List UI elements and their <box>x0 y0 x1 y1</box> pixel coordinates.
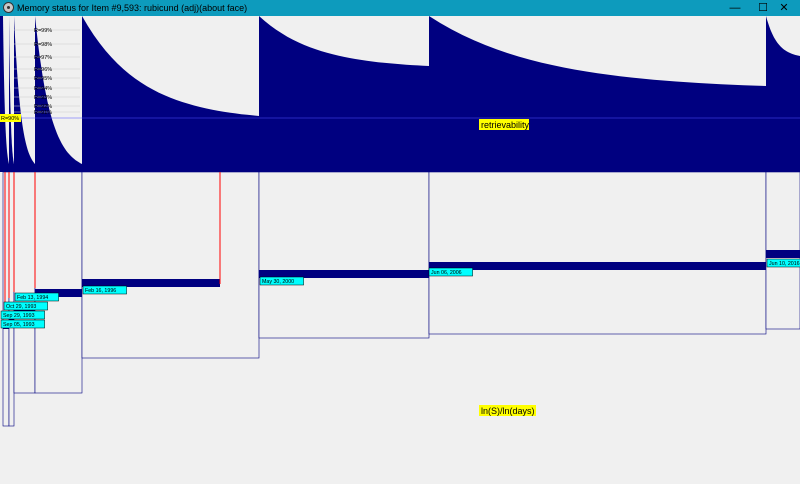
retrievability-label-text: retrievability <box>481 120 530 130</box>
interval-box <box>2 171 10 427</box>
review-date-label: Oct 29, 1993 <box>3 301 48 311</box>
stability-bar <box>429 262 766 270</box>
date-text: Jun 10, 2016 <box>769 261 800 267</box>
review-date-label: Feb 13, 1994 <box>14 292 59 302</box>
interval-box <box>81 171 260 359</box>
review-date-label: Jun 10, 2016 <box>766 258 800 268</box>
ratio-label: ln(S)/ln(days) <box>479 405 536 416</box>
interval-box <box>34 171 83 394</box>
threshold-text: R=90% <box>1 116 19 122</box>
r-level-label: R=97% <box>34 55 52 61</box>
date-text: Jun 06, 2006 <box>431 270 462 276</box>
review-date-label: Sep 29, 1993 <box>0 310 45 320</box>
review-date-label: Feb 16, 1996 <box>82 285 127 295</box>
date-text: Feb 16, 1996 <box>85 288 116 294</box>
review-date-label: Jun 06, 2006 <box>428 267 473 277</box>
review-date-label: Sep 05, 1993 <box>0 319 45 329</box>
interval-box <box>8 171 15 427</box>
r-level-label: R=99% <box>34 28 52 34</box>
memory-chart: Sep 05, 1993 Sep 29, 1993 Oct 29, 1993 Feb … <box>0 16 800 484</box>
date-text: Sep 29, 1993 <box>3 313 35 319</box>
r-level-label: R=93% <box>34 95 52 101</box>
r-level-label: R=95% <box>34 76 52 82</box>
r-level-label: R=98% <box>34 42 52 48</box>
date-text: Sep 05, 1993 <box>3 322 35 328</box>
stability-panel <box>0 171 800 484</box>
date-text: Oct 29, 1993 <box>6 304 36 310</box>
r-level-label: R=96% <box>34 67 52 73</box>
date-text: May 30, 2000 <box>262 279 294 285</box>
r-level-label: R=94% <box>34 86 52 92</box>
threshold-label: R=90% <box>0 114 21 122</box>
title-bar: Memory status for Item #9,593: rubicund … <box>0 0 800 16</box>
date-text: Feb 13, 1994 <box>17 295 48 301</box>
interval-box <box>258 171 430 339</box>
app-icon[interactable] <box>3 2 14 13</box>
ratio-label-text: ln(S)/ln(days) <box>481 406 535 416</box>
window-title: Memory status for Item #9,593: rubicund … <box>17 3 248 13</box>
stability-bar <box>766 250 800 258</box>
interval-box <box>428 171 767 335</box>
retrievability-label: retrievability <box>479 119 530 130</box>
r-level-label: R=91% <box>34 110 52 116</box>
review-date-label: May 30, 2000 <box>259 276 304 286</box>
close-button[interactable]: ✕ <box>768 0 800 16</box>
retrievability-panel <box>0 16 800 172</box>
interval-box <box>13 171 36 394</box>
